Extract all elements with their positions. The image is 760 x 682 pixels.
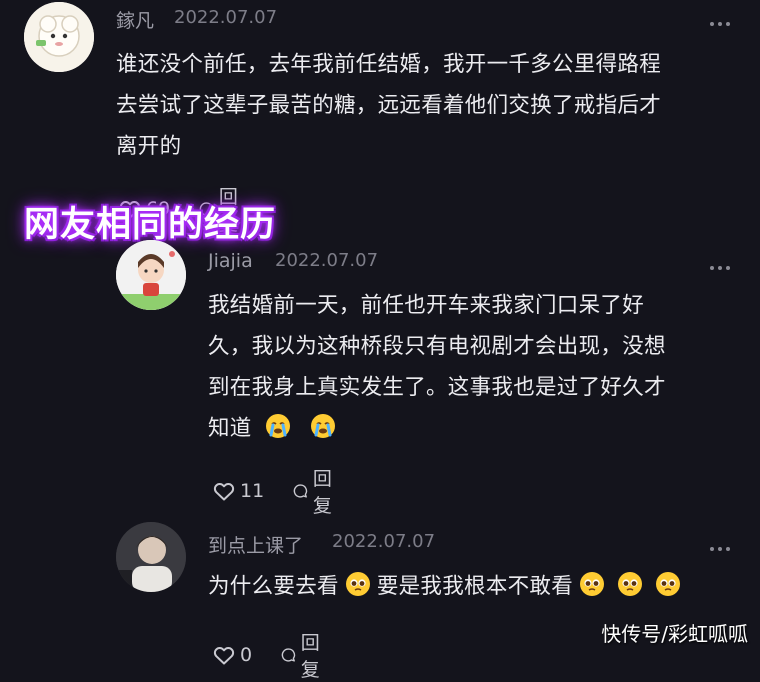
crying-face-emoji-icon [265,414,290,438]
comment-line: 到在我身上真实发生了。这事我也是过了好久才 [208,375,666,400]
comment-text-part: 为什么要去看 [208,574,339,599]
cartoon-girl-avatar-icon [116,240,186,310]
comment-line: 知道 [208,408,738,449]
comment-line: 久，我以为这种桥段只有电视剧才会出现，没想 [208,334,666,359]
like-button[interactable]: 0 [212,643,252,667]
reply-button[interactable]: 回复 [292,464,339,518]
comment-date: 2022.07.07 [174,7,278,28]
comment-line: 谁还没个前任，去年我前任结婚，我开一千多公里得路程 [116,52,662,77]
comment-text: 为什么要去看 要是我我根本不敢看 [208,566,748,607]
comment-line: 我结婚前一天，前任也开车来我家门口呆了好 [208,293,645,318]
reply-label: 回复 [300,632,320,681]
comment-line: 离开的 [116,134,182,159]
pleading-face-emoji-icon [618,572,643,596]
comment-date: 2022.07.07 [332,531,436,552]
photo-avatar-icon [116,522,186,592]
heart-icon [213,647,235,665]
like-count: 11 [240,480,265,502]
heart-icon [213,483,235,501]
more-options-icon[interactable] [710,546,730,552]
reply-label: 回复 [312,468,332,517]
more-options-icon[interactable] [710,21,730,27]
comment-actions: 0 回复 [212,628,327,682]
comment-line: 去尝试了这辈子最苦的糖，远远看着他们交换了戒指后才 [116,93,662,118]
comment-line-text: 知道 [208,416,252,441]
pleading-face-emoji-icon [580,572,605,596]
like-count: 0 [240,644,253,666]
reply-bubble-icon [281,648,296,662]
like-button[interactable]: 11 [212,479,264,503]
comment-text: 我结婚前一天，前任也开车来我家门口呆了好 久，我以为这种桥段只有电视剧才会出现，… [208,285,738,449]
avatar[interactable] [24,2,94,72]
avatar[interactable] [116,522,186,592]
comment-text-part: 要是我我根本不敢看 [376,574,574,599]
crying-face-emoji-icon [310,414,335,438]
comment-text: 谁还没个前任，去年我前任结婚，我开一千多公里得路程 去尝试了这辈子最苦的糖，远远… [116,44,736,167]
avatar[interactable] [116,240,186,310]
more-options-icon[interactable] [710,265,730,271]
reply-button[interactable]: 回复 [280,628,327,682]
comment-date: 2022.07.07 [275,250,379,271]
watermark-text: 快传号/彩虹呱呱 [601,622,748,646]
pleading-face-emoji-icon [345,572,370,596]
reply-bubble-icon [293,484,308,498]
username[interactable]: Jiajia [208,250,253,272]
username[interactable]: 鎵凡 [116,6,154,33]
comment-actions: 11 回复 [212,464,339,518]
sheep-avatar-icon [24,2,94,72]
pleading-face-emoji-icon [656,572,681,596]
username[interactable]: 到点上课了 [208,531,303,558]
